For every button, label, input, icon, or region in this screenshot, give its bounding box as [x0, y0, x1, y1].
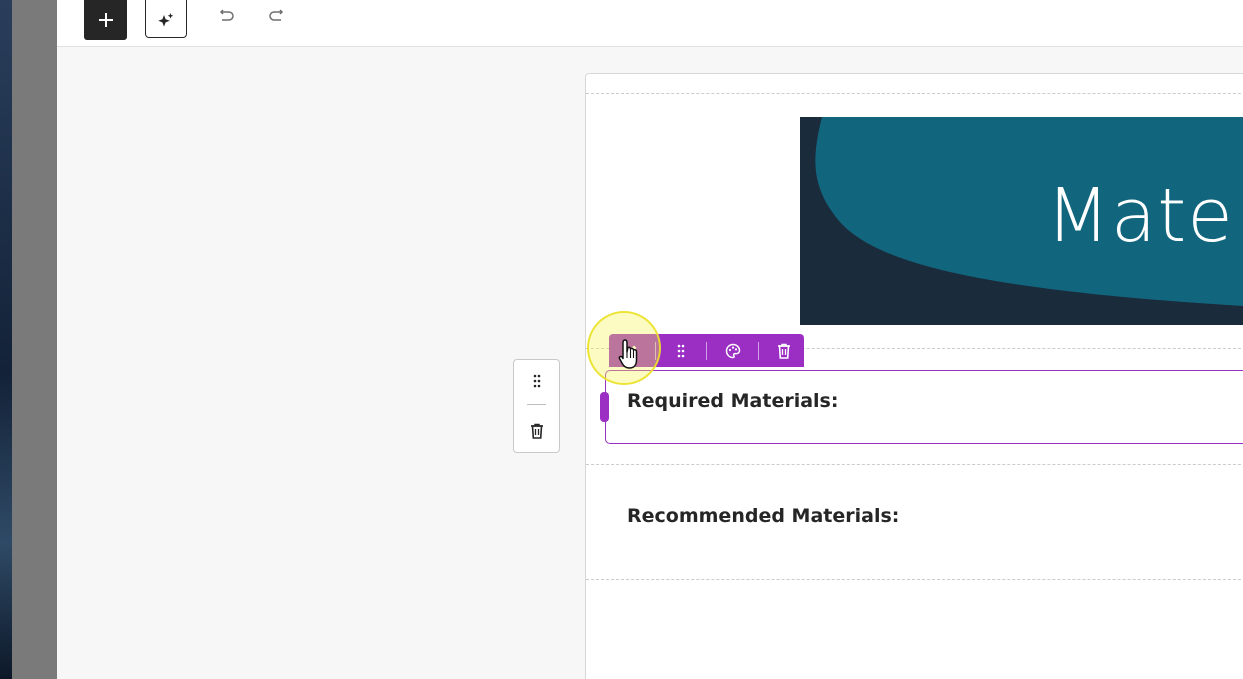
delete-block-button[interactable] — [764, 334, 804, 367]
undo-button[interactable] — [215, 6, 239, 26]
trash-icon — [778, 343, 790, 359]
banner-title: Mate — [1046, 173, 1234, 259]
row-divider — [586, 464, 1243, 465]
redo-button[interactable] — [264, 6, 288, 26]
left-panel-edge — [12, 0, 57, 679]
trash-icon — [530, 423, 543, 439]
drag-block-button[interactable] — [661, 334, 701, 367]
block-resize-handle[interactable] — [600, 392, 609, 422]
toolbar-separator — [758, 342, 759, 360]
row-delete-button[interactable] — [514, 420, 559, 442]
undo-icon — [219, 9, 234, 21]
document-canvas: Mate Required Materials: Recommended Mat… — [585, 73, 1243, 679]
toolbar-separator — [706, 342, 707, 360]
plus-icon — [98, 13, 113, 27]
row-divider — [586, 93, 1243, 94]
required-materials-heading: Required Materials: — [627, 390, 839, 412]
desktop-background-edge — [0, 0, 12, 679]
recommended-materials-heading: Recommended Materials: — [627, 505, 900, 527]
palette-icon — [725, 343, 741, 358]
redo-icon — [269, 9, 284, 21]
block-style-button[interactable] — [713, 334, 753, 367]
editor-toolbar — [57, 0, 1243, 47]
drag-handle-icon — [533, 374, 540, 388]
banner-image: Mate — [800, 117, 1243, 325]
editor-window: Mate Required Materials: Recommended Mat… — [0, 0, 1243, 679]
row-drag-handle[interactable] — [514, 370, 559, 392]
row-divider — [586, 579, 1243, 580]
drag-handle-icon — [677, 344, 685, 357]
ai-assist-button[interactable] — [145, 0, 187, 38]
hand-cursor-icon — [618, 339, 638, 369]
row-controls — [513, 359, 560, 453]
sparkle-icon — [158, 13, 174, 27]
row-controls-divider — [527, 404, 546, 405]
add-content-button[interactable] — [84, 0, 127, 40]
